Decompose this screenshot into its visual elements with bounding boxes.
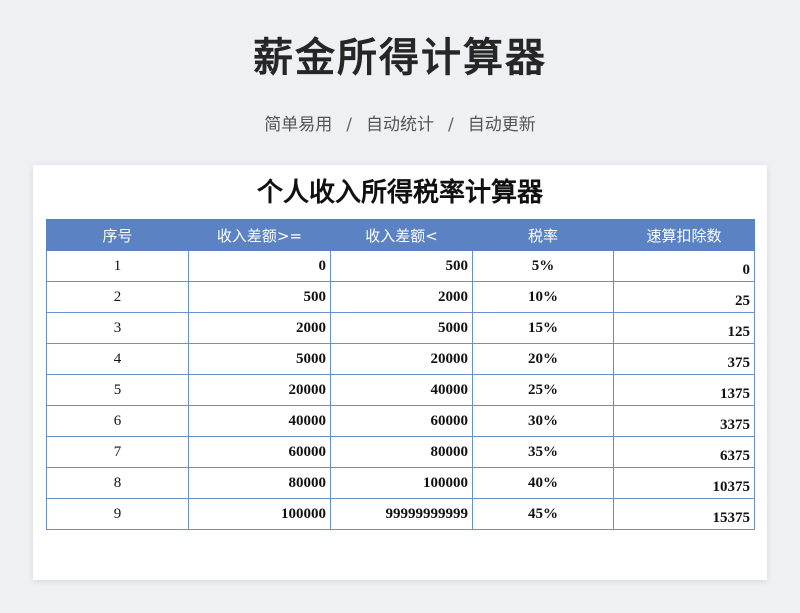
table-row: 9 100000 99999999999 45% 15375: [46, 498, 755, 530]
table-row: 8 80000 100000 40% 10375: [46, 467, 755, 499]
cell-seq[interactable]: 8: [46, 467, 189, 499]
separator: /: [346, 115, 352, 135]
cell-quick-deduction[interactable]: 0: [613, 250, 755, 282]
cell-income-max[interactable]: 20000: [330, 343, 473, 375]
cell-quick-deduction[interactable]: 6375: [613, 436, 755, 468]
cell-tax-rate[interactable]: 20%: [472, 343, 614, 375]
cell-seq[interactable]: 3: [46, 312, 189, 344]
feature-easy: 简单易用: [264, 115, 333, 135]
cell-quick-deduction[interactable]: 1375: [613, 374, 755, 406]
table-row: 3 2000 5000 15% 125: [46, 312, 755, 344]
page-title: 薪金所得计算器: [253, 35, 547, 81]
column-header-seq: 序号: [46, 219, 189, 251]
spreadsheet-card: 个人收入所得税率计算器 序号 收入差额>= 收入差额< 税率 速算扣除数 1 0…: [33, 165, 767, 580]
cell-seq[interactable]: 5: [46, 374, 189, 406]
cell-income-min[interactable]: 20000: [188, 374, 331, 406]
cell-income-min[interactable]: 100000: [188, 498, 331, 530]
cell-tax-rate[interactable]: 45%: [472, 498, 614, 530]
cell-quick-deduction[interactable]: 10375: [613, 467, 755, 499]
cell-quick-deduction[interactable]: 375: [613, 343, 755, 375]
table-row: 6 40000 60000 30% 3375: [46, 405, 755, 437]
cell-seq[interactable]: 7: [46, 436, 189, 468]
column-header-tax-rate: 税率: [472, 219, 614, 251]
cell-tax-rate[interactable]: 30%: [472, 405, 614, 437]
feature-auto-stats: 自动统计: [366, 115, 434, 135]
cell-seq[interactable]: 2: [46, 281, 189, 313]
table-header-row: 序号 收入差额>= 收入差额< 税率 速算扣除数: [46, 219, 755, 251]
column-header-quick-deduction: 速算扣除数: [613, 219, 755, 251]
cell-seq[interactable]: 9: [46, 498, 189, 530]
table-row: 7 60000 80000 35% 6375: [46, 436, 755, 468]
tax-rate-table: 序号 收入差额>= 收入差额< 税率 速算扣除数 1 0 500 5% 0 2 …: [46, 219, 755, 530]
cell-income-max[interactable]: 5000: [330, 312, 473, 344]
separator: /: [448, 115, 454, 135]
cell-income-min[interactable]: 80000: [188, 467, 331, 499]
cell-quick-deduction[interactable]: 3375: [613, 405, 755, 437]
cell-income-min[interactable]: 5000: [188, 343, 331, 375]
feature-auto-update: 自动更新: [467, 115, 536, 135]
table-row: 5 20000 40000 25% 1375: [46, 374, 755, 406]
cell-income-max[interactable]: 100000: [330, 467, 473, 499]
cell-tax-rate[interactable]: 5%: [472, 250, 614, 282]
cell-income-max[interactable]: 99999999999: [330, 498, 473, 530]
cell-quick-deduction[interactable]: 25: [613, 281, 755, 313]
column-header-income-min: 收入差额>=: [188, 219, 331, 251]
cell-tax-rate[interactable]: 10%: [472, 281, 614, 313]
cell-seq[interactable]: 6: [46, 405, 189, 437]
cell-income-max[interactable]: 2000: [330, 281, 473, 313]
cell-tax-rate[interactable]: 40%: [472, 467, 614, 499]
cell-seq[interactable]: 1: [46, 250, 189, 282]
cell-seq[interactable]: 4: [46, 343, 189, 375]
cell-income-min[interactable]: 0: [188, 250, 331, 282]
table-row: 4 5000 20000 20% 375: [46, 343, 755, 375]
column-header-income-max: 收入差额<: [330, 219, 473, 251]
table-row: 2 500 2000 10% 25: [46, 281, 755, 313]
cell-income-max[interactable]: 40000: [330, 374, 473, 406]
cell-income-min[interactable]: 500: [188, 281, 331, 313]
cell-income-min[interactable]: 60000: [188, 436, 331, 468]
cell-tax-rate[interactable]: 35%: [472, 436, 614, 468]
cell-income-max[interactable]: 80000: [330, 436, 473, 468]
sheet-title: 个人收入所得税率计算器: [256, 178, 543, 208]
table-row: 1 0 500 5% 0: [46, 250, 755, 282]
cell-income-min[interactable]: 2000: [188, 312, 331, 344]
cell-quick-deduction[interactable]: 15375: [613, 498, 755, 530]
cell-income-max[interactable]: 60000: [330, 405, 473, 437]
feature-tagline: 简单易用 / 自动统计 / 自动更新: [0, 112, 800, 138]
cell-quick-deduction[interactable]: 125: [613, 312, 755, 344]
cell-tax-rate[interactable]: 25%: [472, 374, 614, 406]
cell-income-max[interactable]: 500: [330, 250, 473, 282]
cell-tax-rate[interactable]: 15%: [472, 312, 614, 344]
cell-income-min[interactable]: 40000: [188, 405, 331, 437]
